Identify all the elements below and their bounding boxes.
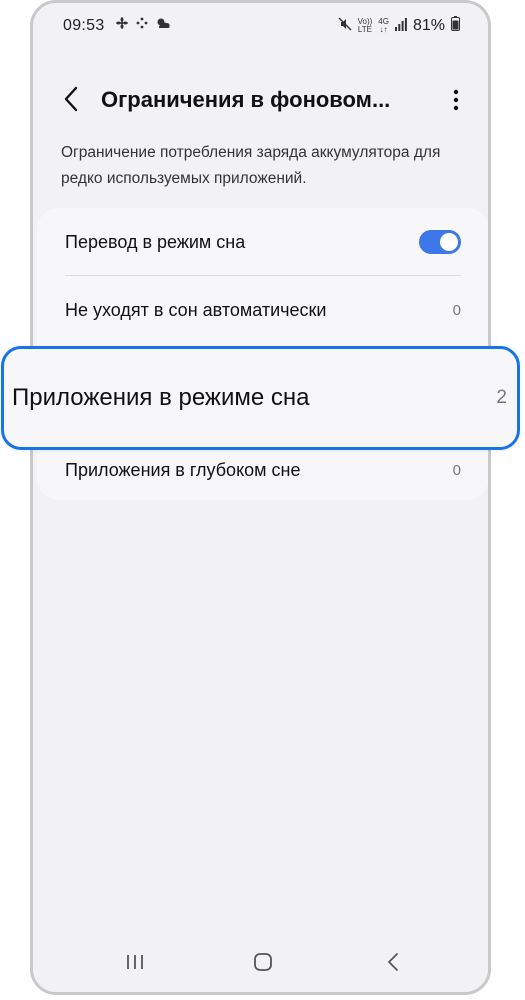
more-options-button[interactable] (442, 83, 470, 117)
never-sleeping-count: 0 (452, 301, 461, 319)
status-time: 09:53 (63, 17, 105, 34)
app-bar: Ограничения в фоновом... (33, 73, 488, 129)
network-type-label: 4G (378, 17, 389, 26)
back-button[interactable] (53, 81, 89, 117)
mute-icon (338, 17, 352, 36)
toggle-knob (440, 233, 458, 251)
never-sleeping-label: Не уходят в сон автоматически (65, 299, 327, 320)
status-right-icons: Vo)) LTE 4G ↓↑ 81% (338, 16, 460, 36)
recent-apps-button[interactable] (115, 946, 155, 978)
volte-badge: Vo)) LTE (358, 18, 373, 34)
sleeping-apps-label: Приложения в режиме сна (12, 384, 310, 411)
back-nav-icon (388, 953, 398, 971)
sleep-mode-label: Перевод в режим сна (65, 231, 246, 252)
page-description: Ограничение потребления заряда аккумулят… (61, 144, 441, 187)
back-nav-button[interactable] (373, 946, 413, 978)
signal-icon (394, 17, 407, 36)
navigation-bar (33, 932, 488, 992)
battery-icon (451, 16, 460, 36)
home-icon (254, 953, 272, 971)
home-button[interactable] (243, 946, 283, 978)
status-bar: 09:53 Vo)) LTE 4G ↓↑ 81% (33, 3, 488, 53)
sleeping-apps-row[interactable]: Приложения в режиме сна 2 (1, 346, 520, 450)
never-sleeping-row[interactable]: Не уходят в сон автоматически 0 (37, 276, 488, 344)
sleep-mode-toggle[interactable] (419, 230, 461, 254)
sleep-mode-row[interactable]: Перевод в режим сна (37, 208, 488, 276)
fan-icon (115, 16, 129, 35)
status-left-icons (115, 16, 171, 35)
network-type: 4G ↓↑ (378, 17, 389, 34)
sleeping-apps-count: 2 (496, 387, 507, 408)
phone-screen: 09:53 Vo)) LTE 4G ↓↑ 81% Ограничения в ф… (30, 0, 491, 995)
dots-icon (135, 16, 149, 35)
chevron-left-icon (64, 86, 78, 112)
battery-percent: 81% (412, 17, 445, 34)
page-title: Ограничения в фоновом... (101, 87, 391, 112)
more-vertical-icon (453, 89, 459, 111)
deep-sleeping-label: Приложения в глубоком сне (65, 459, 301, 480)
weather-icon (155, 16, 171, 35)
recent-apps-icon (127, 955, 143, 969)
deep-sleeping-count: 0 (452, 461, 461, 479)
volte-bottom: LTE (357, 25, 372, 34)
